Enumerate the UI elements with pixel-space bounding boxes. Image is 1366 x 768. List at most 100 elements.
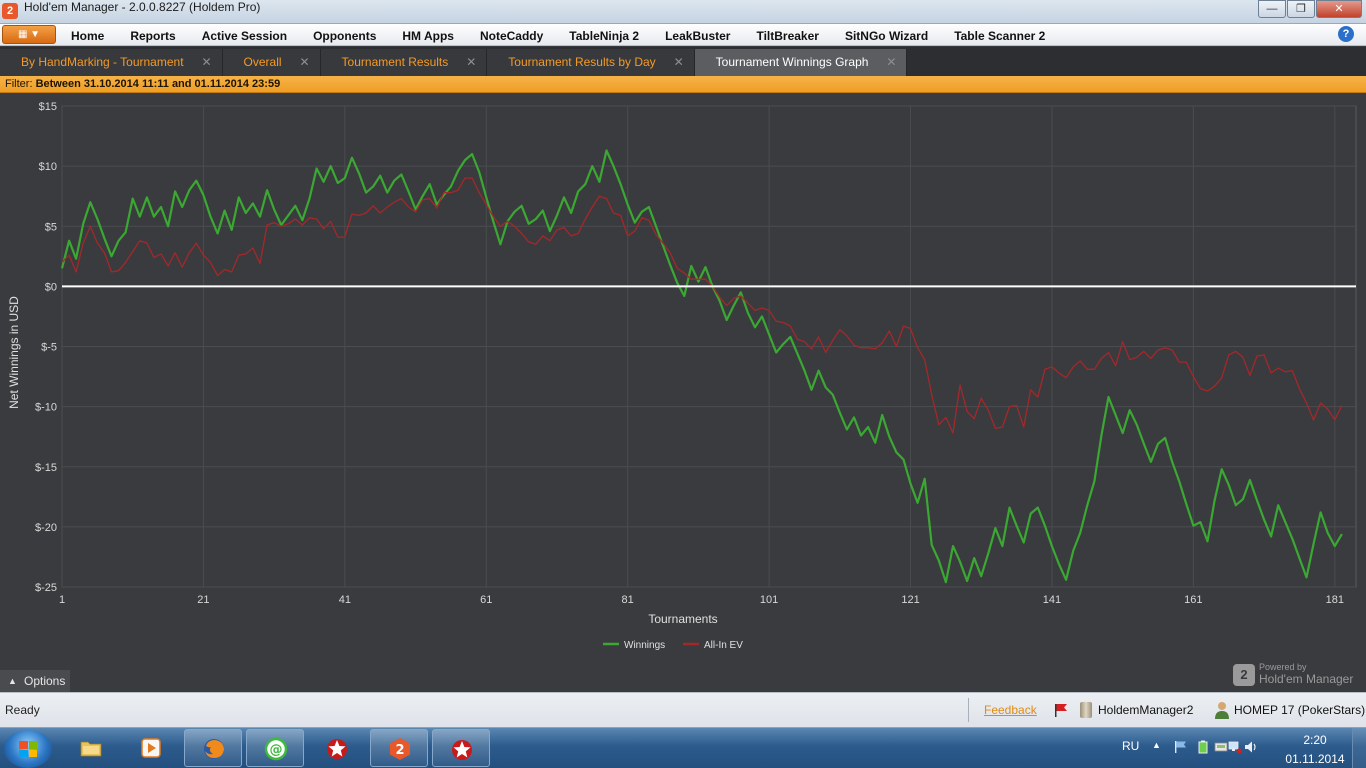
x-tick-label: 121: [901, 594, 919, 606]
menu-item-tableninja-2[interactable]: TableNinja 2: [556, 24, 652, 46]
taskbar-pokerstars[interactable]: [308, 729, 366, 767]
powered-by-small: Powered by: [1259, 662, 1307, 672]
tab-close-icon[interactable]: ✕: [886, 49, 896, 76]
tab-close-icon[interactable]: ✕: [466, 49, 476, 76]
options-label: Options: [24, 674, 66, 688]
options-bar: ▲ Options 2 Powered by Hold'em Manager: [0, 662, 1366, 692]
menu-item-sitngo-wizard[interactable]: SitNGo Wizard: [832, 24, 941, 46]
y-tick-label: $-20: [35, 522, 57, 534]
clock-date[interactable]: 01.11.2014: [1278, 752, 1352, 766]
windows-taskbar: @ 2 RU ▲ 2:20 01.11.2014: [0, 727, 1366, 768]
taskbar-media-player[interactable]: [122, 729, 180, 767]
windows-logo-icon: [19, 741, 37, 757]
x-tick-label: 141: [1043, 594, 1061, 606]
main-menu: Home Reports Active Session Opponents HM App…: [58, 24, 1058, 46]
taskbar-pokerstars-table[interactable]: [432, 729, 490, 767]
powered-by-badge: 2 Powered by Hold'em Manager: [1233, 662, 1363, 688]
tray-volume-icon[interactable]: [1244, 740, 1258, 754]
media-player-icon: [141, 738, 161, 758]
menu-item-opponents[interactable]: Opponents: [300, 24, 389, 46]
active-player[interactable]: HOMEP 17 (PokerStars): [1234, 703, 1365, 717]
menu-item-home[interactable]: Home: [58, 24, 117, 46]
menu-item-leakbuster[interactable]: LeakBuster: [652, 24, 743, 46]
close-button[interactable]: ✕: [1316, 0, 1362, 18]
tray-battery-icon[interactable]: [1196, 740, 1210, 754]
y-tick-label: $-15: [35, 462, 57, 474]
legend-label-winnings: Winnings: [624, 640, 665, 651]
x-tick-label: 1: [59, 594, 65, 606]
clock-time[interactable]: 2:20: [1286, 733, 1344, 747]
mail-agent-icon: @: [264, 737, 288, 761]
tab-by-handmarking-tournament[interactable]: By HandMarking - Tournament ✕: [0, 49, 223, 76]
tab-label: By HandMarking - Tournament: [21, 55, 184, 69]
options-button[interactable]: ▲ Options: [0, 670, 70, 692]
show-desktop-button[interactable]: [1352, 728, 1366, 768]
title-bar: 2 Hold'em Manager - 2.0.0.8227 (Holdem P…: [0, 0, 1366, 24]
input-language[interactable]: RU: [1122, 739, 1139, 753]
app-logo-icon: 2: [2, 3, 18, 19]
filter-text: Between 31.10.2014 11:11 and 01.11.2014 …: [35, 78, 281, 90]
taskbar-firefox[interactable]: [184, 729, 242, 767]
status-bar: Ready Feedback HoldemManager2 HOMEP 17 (…: [0, 692, 1366, 727]
svg-text:2: 2: [395, 743, 404, 758]
y-tick-label: $-10: [35, 402, 57, 414]
powered-by-big: Hold'em Manager: [1259, 672, 1354, 686]
folder-icon: [80, 741, 102, 757]
database-name[interactable]: HoldemManager2: [1098, 703, 1193, 717]
firefox-icon: [204, 739, 224, 759]
menu-item-tiltbreaker[interactable]: TiltBreaker: [743, 24, 831, 46]
app-menu-button[interactable]: ▦ ▼: [2, 25, 56, 44]
window-controls: — ❐ ✕: [1257, 0, 1362, 18]
winnings-chart-svg: $15$10$5$0$-5$-10$-15$-20$-251 21 41 61 81 10…: [7, 101, 1357, 651]
menu-item-notecaddy[interactable]: NoteCaddy: [467, 24, 556, 46]
filter-prefix: Filter:: [5, 78, 33, 90]
tab-tournament-winnings-graph[interactable]: Tournament Winnings Graph ✕: [694, 49, 908, 76]
menu-item-hm-apps[interactable]: HM Apps: [389, 24, 467, 46]
tab-close-icon[interactable]: ✕: [201, 49, 211, 76]
y-tick-label: $5: [45, 221, 57, 233]
window-title: Hold'em Manager - 2.0.0.8227 (Holdem Pro…: [24, 0, 261, 14]
tab-label: Overall: [243, 55, 282, 69]
taskbar-mail-agent[interactable]: @: [246, 729, 304, 767]
restore-button[interactable]: ❐: [1287, 0, 1315, 18]
start-button[interactable]: [4, 730, 52, 768]
tray-flag-icon[interactable]: [1174, 740, 1188, 754]
menu-item-reports[interactable]: Reports: [117, 24, 188, 46]
y-tick-label: $15: [39, 101, 57, 113]
tab-overall[interactable]: Overall ✕: [222, 49, 321, 76]
y-tick-label: $0: [45, 281, 57, 293]
menu-item-table-scanner-2[interactable]: Table Scanner 2: [941, 24, 1058, 46]
tray-expand-icon[interactable]: ▲: [1152, 740, 1161, 750]
x-tick-label: 81: [622, 594, 634, 606]
menu-bar: ▦ ▼ Home Reports Active Session Opponents HM…: [0, 24, 1366, 46]
x-tick-label: 181: [1326, 594, 1344, 606]
legend-label-all-in-ev: All-In EV: [704, 640, 743, 651]
taskbar-holdem-manager[interactable]: 2: [370, 729, 428, 767]
tab-label: Tournament Results by Day: [508, 55, 656, 69]
taskbar-explorer[interactable]: [62, 729, 120, 767]
y-axis-label: Net Winnings in USD: [7, 296, 21, 409]
tab-tournament-results[interactable]: Tournament Results ✕: [320, 49, 488, 76]
tab-label: Tournament Winnings Graph: [715, 55, 869, 69]
status-separator: [968, 698, 969, 722]
x-tick-label: 21: [197, 594, 209, 606]
tray-network-icon[interactable]: [1228, 740, 1242, 754]
player-icon: [1215, 702, 1229, 719]
svg-text:@: @: [270, 743, 283, 758]
holdem-manager-icon: 2: [390, 738, 410, 760]
tray-device-icon[interactable]: [1214, 740, 1228, 754]
winnings-graph: $15 $10 $5 $0 $-5 $-10 $-15 $-20 $-25 1 21 41 61 81 10…: [0, 94, 1366, 668]
flag-icon[interactable]: [1054, 703, 1068, 717]
tab-close-icon[interactable]: ✕: [674, 49, 684, 76]
help-icon[interactable]: ?: [1338, 26, 1354, 42]
menu-item-active-session[interactable]: Active Session: [189, 24, 300, 46]
tab-close-icon[interactable]: ✕: [299, 49, 309, 76]
database-icon: [1080, 702, 1092, 718]
x-axis-label: Tournaments: [648, 612, 717, 626]
status-ready: Ready: [5, 703, 40, 717]
report-tab-bar: By HandMarking - Tournament ✕ Overall ✕ Tour…: [0, 47, 1366, 76]
y-tick-label: $10: [39, 161, 57, 173]
minimize-button[interactable]: —: [1258, 0, 1286, 18]
tab-tournament-results-by-day[interactable]: Tournament Results by Day ✕: [487, 49, 695, 76]
feedback-link[interactable]: Feedback: [984, 703, 1037, 717]
